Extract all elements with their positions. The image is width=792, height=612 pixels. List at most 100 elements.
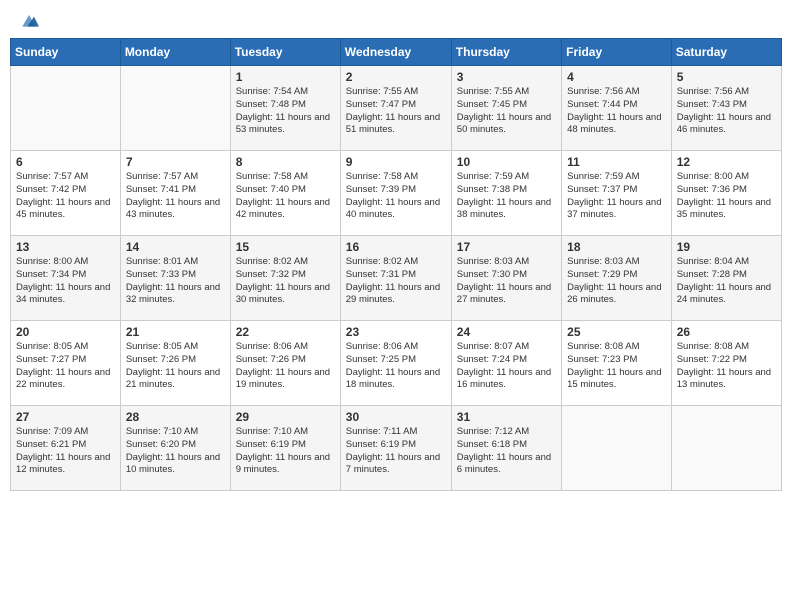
calendar-week-row: 1 Sunrise: 7:54 AM Sunset: 7:48 PM Daylig… [11, 66, 782, 151]
day-number: 24 [457, 325, 556, 339]
day-number: 23 [346, 325, 446, 339]
calendar-cell [562, 406, 672, 491]
day-number: 12 [677, 155, 776, 169]
day-number: 2 [346, 70, 446, 84]
day-info: Sunrise: 7:56 AM Sunset: 7:44 PM Dayligh… [567, 86, 666, 137]
day-of-week-header: Sunday [11, 39, 121, 66]
calendar-week-row: 6 Sunrise: 7:57 AM Sunset: 7:42 PM Daylig… [11, 151, 782, 236]
day-info: Sunrise: 7:58 AM Sunset: 7:40 PM Dayligh… [236, 171, 335, 222]
calendar-cell: 28Sunrise: 7:10 AM Sunset: 6:20 PM Dayli… [120, 406, 230, 491]
calendar-cell: 13Sunrise: 8:00 AM Sunset: 7:34 PM Dayli… [11, 236, 121, 321]
day-number: 6 [16, 155, 115, 169]
day-of-week-header: Friday [562, 39, 672, 66]
calendar-table: SundayMondayTuesdayWednesdayThursdayFrid… [10, 38, 782, 491]
day-number: 7 [126, 155, 225, 169]
day-number: 29 [236, 410, 335, 424]
day-info: Sunrise: 8:03 AM Sunset: 7:30 PM Dayligh… [457, 256, 556, 307]
day-of-week-header: Monday [120, 39, 230, 66]
logo [15, 10, 43, 30]
day-info: Sunrise: 8:03 AM Sunset: 7:29 PM Dayligh… [567, 256, 666, 307]
calendar-cell [11, 66, 121, 151]
calendar-cell: 11 Sunrise: 7:59 AM Sunset: 7:37 PM Dayli… [562, 151, 672, 236]
calendar-cell [120, 66, 230, 151]
calendar-cell: 22Sunrise: 8:06 AM Sunset: 7:26 PM Dayli… [230, 321, 340, 406]
day-number: 1 [236, 70, 335, 84]
calendar-cell: 16 Sunrise: 8:02 AM Sunset: 7:31 PM Dayli… [340, 236, 451, 321]
day-info: Sunrise: 7:57 AM Sunset: 7:41 PM Dayligh… [126, 171, 225, 222]
day-info: Sunrise: 7:12 AM Sunset: 6:18 PM Dayligh… [457, 426, 556, 477]
day-info: Sunrise: 7:09 AM Sunset: 6:21 PM Dayligh… [16, 426, 115, 477]
day-number: 9 [346, 155, 446, 169]
calendar-cell: 7 Sunrise: 7:57 AM Sunset: 7:41 PM Daylig… [120, 151, 230, 236]
day-info: Sunrise: 8:08 AM Sunset: 7:22 PM Dayligh… [677, 341, 776, 392]
day-number: 28 [126, 410, 225, 424]
day-info: Sunrise: 7:59 AM Sunset: 7:38 PM Dayligh… [457, 171, 556, 222]
day-number: 22 [236, 325, 335, 339]
day-of-week-header: Wednesday [340, 39, 451, 66]
day-number: 26 [677, 325, 776, 339]
day-number: 20 [16, 325, 115, 339]
day-info: Sunrise: 7:58 AM Sunset: 7:39 PM Dayligh… [346, 171, 446, 222]
day-info: Sunrise: 8:08 AM Sunset: 7:23 PM Dayligh… [567, 341, 666, 392]
calendar-cell: 15 Sunrise: 8:02 AM Sunset: 7:32 PM Dayli… [230, 236, 340, 321]
calendar-cell: 21Sunrise: 8:05 AM Sunset: 7:26 PM Dayli… [120, 321, 230, 406]
day-number: 10 [457, 155, 556, 169]
calendar-cell: 12Sunrise: 8:00 AM Sunset: 7:36 PM Dayli… [671, 151, 781, 236]
day-number: 18 [567, 240, 666, 254]
day-number: 4 [567, 70, 666, 84]
calendar-cell: 2 Sunrise: 7:55 AM Sunset: 7:47 PM Daylig… [340, 66, 451, 151]
day-of-week-header: Thursday [451, 39, 561, 66]
day-info: Sunrise: 7:10 AM Sunset: 6:19 PM Dayligh… [236, 426, 335, 477]
day-number: 31 [457, 410, 556, 424]
day-number: 19 [677, 240, 776, 254]
day-number: 21 [126, 325, 225, 339]
calendar-cell: 30Sunrise: 7:11 AM Sunset: 6:19 PM Dayli… [340, 406, 451, 491]
calendar-cell: 1 Sunrise: 7:54 AM Sunset: 7:48 PM Daylig… [230, 66, 340, 151]
day-info: Sunrise: 8:04 AM Sunset: 7:28 PM Dayligh… [677, 256, 776, 307]
calendar-cell: 31 Sunrise: 7:12 AM Sunset: 6:18 PM Dayli… [451, 406, 561, 491]
day-number: 17 [457, 240, 556, 254]
calendar-cell: 14Sunrise: 8:01 AM Sunset: 7:33 PM Dayli… [120, 236, 230, 321]
day-number: 11 [567, 155, 666, 169]
day-info: Sunrise: 7:56 AM Sunset: 7:43 PM Dayligh… [677, 86, 776, 137]
day-info: Sunrise: 8:02 AM Sunset: 7:31 PM Dayligh… [346, 256, 446, 307]
day-info: Sunrise: 8:06 AM Sunset: 7:25 PM Dayligh… [346, 341, 446, 392]
calendar-cell: 6 Sunrise: 7:57 AM Sunset: 7:42 PM Daylig… [11, 151, 121, 236]
day-info: Sunrise: 8:01 AM Sunset: 7:33 PM Dayligh… [126, 256, 225, 307]
day-info: Sunrise: 7:59 AM Sunset: 7:37 PM Dayligh… [567, 171, 666, 222]
day-info: Sunrise: 8:02 AM Sunset: 7:32 PM Dayligh… [236, 256, 335, 307]
calendar-header-row: SundayMondayTuesdayWednesdayThursdayFrid… [11, 39, 782, 66]
calendar-cell: 29 Sunrise: 7:10 AM Sunset: 6:19 PM Dayli… [230, 406, 340, 491]
calendar-cell: 4 Sunrise: 7:56 AM Sunset: 7:44 PM Daylig… [562, 66, 672, 151]
day-info: Sunrise: 7:57 AM Sunset: 7:42 PM Dayligh… [16, 171, 115, 222]
day-number: 25 [567, 325, 666, 339]
day-number: 16 [346, 240, 446, 254]
calendar-week-row: 13Sunrise: 8:00 AM Sunset: 7:34 PM Dayli… [11, 236, 782, 321]
calendar-cell: 8 Sunrise: 7:58 AM Sunset: 7:40 PM Daylig… [230, 151, 340, 236]
calendar-cell: 19 Sunrise: 8:04 AM Sunset: 7:28 PM Dayli… [671, 236, 781, 321]
day-info: Sunrise: 8:07 AM Sunset: 7:24 PM Dayligh… [457, 341, 556, 392]
calendar-cell: 20 Sunrise: 8:05 AM Sunset: 7:27 PM Dayli… [11, 321, 121, 406]
day-info: Sunrise: 8:05 AM Sunset: 7:27 PM Dayligh… [16, 341, 115, 392]
day-info: Sunrise: 7:55 AM Sunset: 7:47 PM Dayligh… [346, 86, 446, 137]
day-number: 3 [457, 70, 556, 84]
calendar-week-row: 27Sunrise: 7:09 AM Sunset: 6:21 PM Dayli… [11, 406, 782, 491]
day-number: 15 [236, 240, 335, 254]
logo-icon [19, 10, 39, 30]
day-info: Sunrise: 7:55 AM Sunset: 7:45 PM Dayligh… [457, 86, 556, 137]
calendar-cell: 27Sunrise: 7:09 AM Sunset: 6:21 PM Dayli… [11, 406, 121, 491]
day-info: Sunrise: 7:54 AM Sunset: 7:48 PM Dayligh… [236, 86, 335, 137]
day-number: 8 [236, 155, 335, 169]
calendar-cell: 17 Sunrise: 8:03 AM Sunset: 7:30 PM Dayli… [451, 236, 561, 321]
day-number: 5 [677, 70, 776, 84]
calendar-cell: 24 Sunrise: 8:07 AM Sunset: 7:24 PM Dayli… [451, 321, 561, 406]
calendar-cell: 10 Sunrise: 7:59 AM Sunset: 7:38 PM Dayli… [451, 151, 561, 236]
calendar-cell: 3 Sunrise: 7:55 AM Sunset: 7:45 PM Daylig… [451, 66, 561, 151]
day-number: 13 [16, 240, 115, 254]
page-header [10, 10, 782, 30]
day-of-week-header: Tuesday [230, 39, 340, 66]
day-number: 30 [346, 410, 446, 424]
calendar-cell: 23 Sunrise: 8:06 AM Sunset: 7:25 PM Dayli… [340, 321, 451, 406]
calendar-cell: 25 Sunrise: 8:08 AM Sunset: 7:23 PM Dayli… [562, 321, 672, 406]
calendar-cell: 26 Sunrise: 8:08 AM Sunset: 7:22 PM Dayli… [671, 321, 781, 406]
